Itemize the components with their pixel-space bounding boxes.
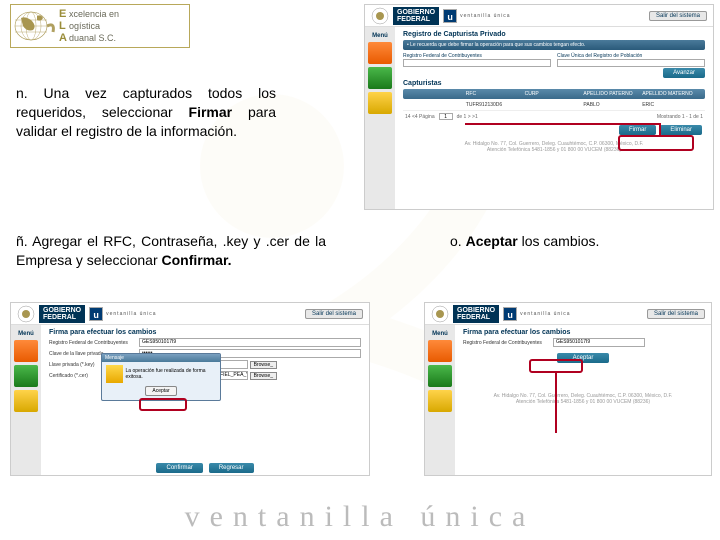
rfc-field[interactable]: GES9501017I9 <box>553 338 645 347</box>
rfc-field[interactable]: GES9501017I9 <box>139 338 361 347</box>
gov-seal-icon <box>17 305 35 323</box>
sidebar-estatus[interactable] <box>368 92 392 114</box>
callout-aceptar <box>529 359 583 373</box>
warning-icon <box>106 365 123 383</box>
table-row[interactable]: TUFR912130D6PABLOERIC <box>403 100 705 111</box>
rfc-input[interactable] <box>403 59 551 67</box>
app-header: GOBIERNOFEDERAL u ventanilla única Salir… <box>11 303 369 325</box>
sidebar: Menú <box>425 325 455 475</box>
screenshot-registro: GOBIERNOFEDERAL u ventanilla única Salir… <box>364 4 714 210</box>
avanzar-button[interactable]: Avanzar <box>663 68 705 78</box>
footer-watermark-text: ventanilla única <box>0 500 720 534</box>
browse-cer-button[interactable]: Browse_ <box>250 372 277 380</box>
eliminar-button[interactable]: Eliminar <box>660 125 702 135</box>
sidebar-estatus[interactable] <box>428 390 452 412</box>
sidebar-inicio[interactable] <box>14 340 38 362</box>
app-header: GOBIERNOFEDERAL u ventanilla única Salir… <box>425 303 711 325</box>
screenshot-aceptar: GOBIERNOFEDERAL u ventanilla única Salir… <box>424 302 712 476</box>
page-input[interactable] <box>439 113 453 120</box>
instruction-nn: ñ. Agregar el RFC, Contraseña, .key y .c… <box>16 232 326 270</box>
callout-firmar <box>618 135 694 151</box>
panel-title: Registro de Capturista Privado <box>403 31 705 38</box>
salir-button[interactable]: Salir del sistema <box>647 309 705 319</box>
sidebar-registro[interactable] <box>368 67 392 89</box>
dialog-aceptar-button[interactable]: Aceptar <box>145 386 176 396</box>
vu-logo: u <box>89 307 103 321</box>
callout-aceptar-dialog <box>139 398 187 411</box>
confirmar-button[interactable]: Confirmar <box>156 463 202 473</box>
vu-logo: u <box>443 9 457 23</box>
globe-icon <box>13 8 55 44</box>
instruction-o: o. Aceptar los cambios. <box>450 232 650 251</box>
curp-input[interactable] <box>557 59 705 67</box>
salir-button[interactable]: Salir del sistema <box>649 11 707 21</box>
sidebar: Menú <box>365 27 395 209</box>
sidebar-inicio[interactable] <box>368 42 392 64</box>
salir-button[interactable]: Salir del sistema <box>305 309 363 319</box>
gov-seal-icon <box>371 7 389 25</box>
sidebar-registro[interactable] <box>428 365 452 387</box>
sidebar-registro[interactable] <box>14 365 38 387</box>
company-logo: Excelencia en Logística Aduanal S.C. <box>10 4 190 48</box>
regresar-button[interactable]: Regresar <box>209 463 254 473</box>
gov-seal-icon <box>431 305 449 323</box>
screenshot-firma: GOBIERNOFEDERAL u ventanilla única Salir… <box>10 302 370 476</box>
sidebar-estatus[interactable] <box>14 390 38 412</box>
app-header: GOBIERNOFEDERAL u ventanilla única Salir… <box>365 5 713 27</box>
firmar-button[interactable]: Firmar <box>619 125 656 135</box>
reminder-bar: • Le recuerda que debe firmar la operaci… <box>403 40 705 50</box>
sidebar: Menú <box>11 325 41 475</box>
browse-key-button[interactable]: Browse_ <box>250 361 277 369</box>
success-dialog: Mensaje La operación fue realizada de fo… <box>101 353 221 401</box>
table-header: RFCCURPAPELLIDO PATERNOAPELLIDO MATERNO <box>403 89 705 99</box>
panel-title: Firma para efectuar los cambios <box>49 329 361 336</box>
pagination: 14 <4 Página de 1 > >1 Mostrando 1 - 1 d… <box>403 111 705 122</box>
vu-logo: u <box>503 307 517 321</box>
sidebar-inicio[interactable] <box>428 340 452 362</box>
panel-title: Firma para efectuar los cambios <box>463 329 703 336</box>
instruction-n: n. Una vez capturados todos los requerid… <box>16 84 276 141</box>
